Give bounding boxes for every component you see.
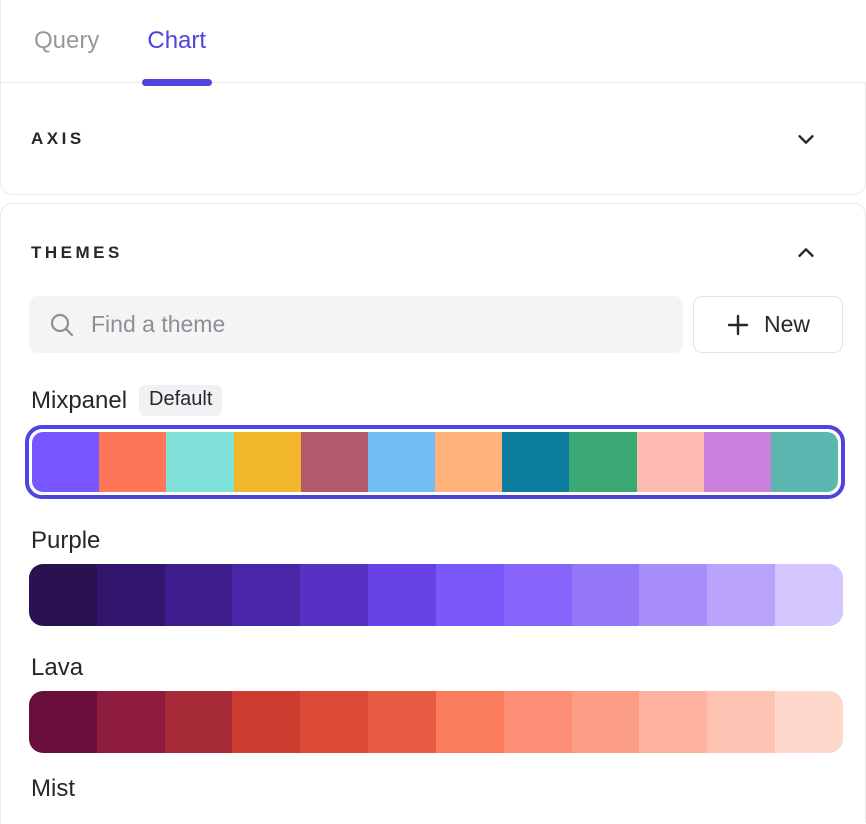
theme-name: Mixpanel xyxy=(31,387,127,415)
color-swatch xyxy=(637,432,704,492)
color-swatch xyxy=(97,564,165,626)
color-swatch xyxy=(435,432,502,492)
tab-chart-label: Chart xyxy=(147,27,206,55)
theme-item-purple: Purple xyxy=(29,527,843,626)
theme-swatch-bar[interactable] xyxy=(32,432,838,492)
color-swatch xyxy=(234,432,301,492)
color-swatch xyxy=(572,564,640,626)
axis-section-title: AXIS xyxy=(31,129,85,149)
color-swatch xyxy=(775,564,843,626)
axis-section[interactable]: AXIS xyxy=(0,83,866,195)
color-swatch xyxy=(771,432,838,492)
color-swatch xyxy=(99,432,166,492)
themes-section-header[interactable]: THEMES xyxy=(29,242,843,264)
theme-swatch-bar[interactable] xyxy=(29,691,843,753)
color-swatch xyxy=(165,564,233,626)
color-swatch xyxy=(165,691,233,753)
tab-bar: Query Chart xyxy=(0,0,866,83)
new-theme-button-label: New xyxy=(764,311,810,338)
chevron-up-icon[interactable] xyxy=(795,242,817,264)
themes-section: THEMES xyxy=(0,203,866,823)
color-swatch xyxy=(300,564,368,626)
theme-swatch-bar[interactable] xyxy=(29,564,843,626)
new-theme-button[interactable]: New xyxy=(693,296,843,353)
color-swatch xyxy=(504,691,572,753)
section-gap xyxy=(0,195,866,203)
color-swatch xyxy=(29,691,97,753)
color-swatch xyxy=(32,432,99,492)
color-swatch xyxy=(232,691,300,753)
tab-query[interactable]: Query xyxy=(34,0,99,83)
color-swatch xyxy=(504,564,572,626)
theme-item-mist: Mist xyxy=(29,775,843,803)
color-swatch xyxy=(436,691,504,753)
theme-search-row: New xyxy=(29,296,843,353)
theme-label-row: Mist xyxy=(29,775,843,803)
color-swatch xyxy=(166,432,233,492)
color-swatch xyxy=(639,564,707,626)
color-swatch xyxy=(775,691,843,753)
color-swatch xyxy=(572,691,640,753)
color-swatch xyxy=(502,432,569,492)
theme-label-row: Purple xyxy=(29,527,843,555)
color-swatch xyxy=(368,564,436,626)
color-swatch xyxy=(368,432,435,492)
color-swatch xyxy=(232,564,300,626)
color-swatch xyxy=(301,432,368,492)
color-swatch xyxy=(97,691,165,753)
theme-item-lava: Lava xyxy=(29,654,843,753)
color-swatch xyxy=(300,691,368,753)
color-swatch xyxy=(707,564,775,626)
tab-query-label: Query xyxy=(34,27,99,55)
themes-section-title: THEMES xyxy=(31,243,123,263)
tab-underline xyxy=(142,79,212,86)
theme-name: Mist xyxy=(31,775,75,803)
color-swatch xyxy=(436,564,504,626)
theme-label-row: Lava xyxy=(29,654,843,682)
theme-label-row: Mixpanel Default xyxy=(29,385,843,416)
theme-item-mixpanel: Mixpanel Default xyxy=(29,385,843,499)
color-swatch xyxy=(707,691,775,753)
theme-name: Lava xyxy=(31,654,83,682)
theme-search-box[interactable] xyxy=(29,296,683,353)
search-icon xyxy=(49,312,75,338)
selected-theme-border[interactable] xyxy=(25,425,845,499)
color-swatch xyxy=(368,691,436,753)
chart-settings-panel: Query Chart AXIS THEMES xyxy=(0,0,866,824)
plus-icon xyxy=(726,313,750,337)
default-badge: Default xyxy=(139,385,222,416)
color-swatch xyxy=(29,564,97,626)
theme-name: Purple xyxy=(31,527,100,555)
theme-search-input[interactable] xyxy=(91,311,667,338)
color-swatch xyxy=(704,432,771,492)
color-swatch xyxy=(639,691,707,753)
tab-chart[interactable]: Chart xyxy=(147,0,206,83)
chevron-down-icon[interactable] xyxy=(795,128,817,150)
color-swatch xyxy=(569,432,636,492)
